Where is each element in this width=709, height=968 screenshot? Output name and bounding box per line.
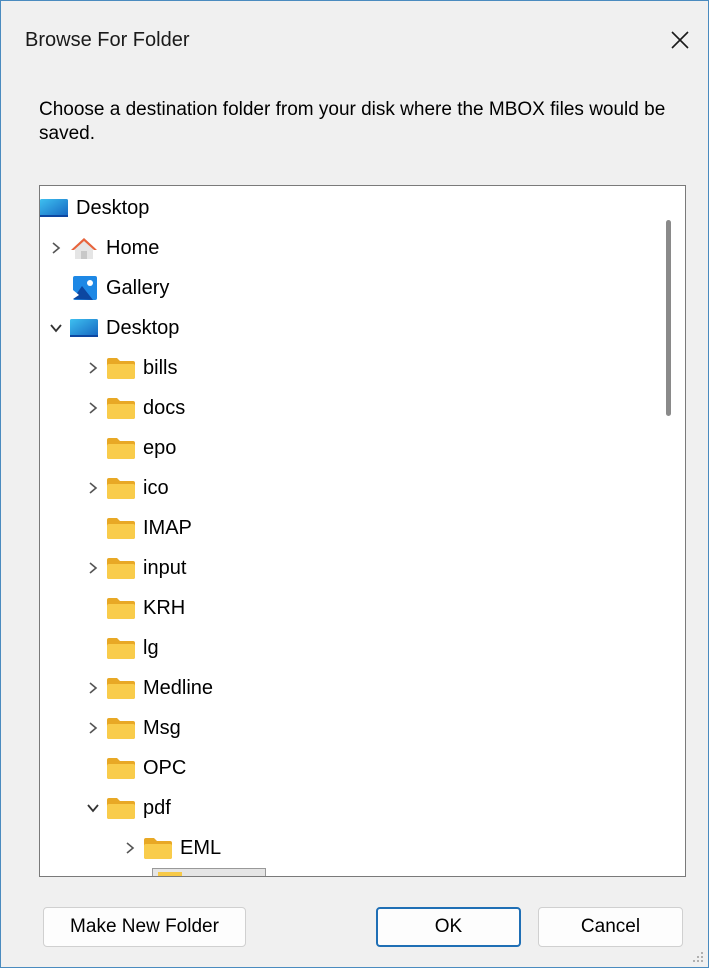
tree-item-label: lg [143, 637, 159, 659]
folder-icon [105, 354, 137, 382]
tree-item-label: epo [143, 437, 177, 459]
folder-tree[interactable]: Desktop Home Gallery Desktop bills docs epo ico… [39, 185, 686, 877]
desktop-icon [68, 314, 100, 342]
tree-item-label: Gallery [106, 277, 170, 299]
tree-item-label: Medline [143, 677, 214, 699]
dialog-title: Browse For Folder [25, 29, 190, 51]
tree-item-label: ico [143, 477, 169, 499]
resize-grip-icon[interactable] [689, 948, 705, 964]
tree-item[interactable]: OPC [81, 748, 186, 788]
chevron-right-icon[interactable] [44, 228, 68, 268]
gallery-icon [68, 274, 100, 302]
chevron-right-icon[interactable] [118, 828, 142, 868]
chevron-right-icon[interactable] [81, 468, 105, 508]
tree-item[interactable]: IMAP [81, 508, 192, 548]
chevron-right-icon[interactable] [81, 708, 105, 748]
tree-item[interactable]: lg [81, 628, 159, 668]
ok-button[interactable]: OK [376, 907, 521, 947]
folder-icon [105, 674, 137, 702]
instruction-text: Choose a destination folder from your di… [39, 99, 666, 144]
folder-icon [105, 514, 137, 542]
tree-item[interactable]: EML [118, 828, 221, 868]
tree-item-label: Msg [143, 717, 181, 739]
close-button[interactable] [652, 15, 708, 65]
folder-icon [105, 594, 137, 622]
tree-item[interactable]: bills [81, 348, 177, 388]
tree-item-label: pdf [143, 797, 171, 819]
scroll-thumb[interactable] [666, 220, 671, 416]
folder-icon [142, 834, 174, 862]
chevron-down-icon[interactable] [81, 788, 105, 828]
chevron-down-icon[interactable] [44, 308, 68, 348]
home-icon [68, 234, 100, 262]
make-new-folder-button[interactable]: Make New Folder [43, 907, 246, 947]
tree-item[interactable]: Medline [81, 668, 213, 708]
tree-item-label: Home [106, 237, 160, 259]
tree-item[interactable]: pdf [81, 788, 171, 828]
folder-icon [105, 794, 137, 822]
desktop-icon [40, 194, 70, 222]
tree-item[interactable]: docs [81, 388, 185, 428]
tree-item-label: Desktop [76, 197, 150, 219]
folder-icon [105, 554, 137, 582]
title-bar[interactable]: Browse For Folder [1, 1, 708, 79]
chevron-right-icon[interactable] [81, 348, 105, 388]
tree-item-label: docs [143, 397, 186, 419]
tree-item[interactable]: Gallery [44, 268, 169, 308]
tree-item[interactable]: Home [44, 228, 159, 268]
tree-item[interactable]: ico [81, 468, 169, 508]
tree-item[interactable]: KRH [81, 588, 185, 628]
vertical-scrollbar[interactable] [653, 186, 685, 876]
tree-item-label: EML [180, 837, 222, 859]
folder-icon [105, 434, 137, 462]
tree-item-label: bills [143, 357, 178, 379]
chevron-right-icon[interactable] [81, 548, 105, 588]
chevron-right-icon[interactable] [81, 388, 105, 428]
tree-item[interactable]: Msg [81, 708, 181, 748]
tree-item[interactable]: Desktop [44, 308, 179, 348]
tree-item-label: Desktop [106, 317, 180, 339]
close-icon [671, 31, 689, 49]
tree-item[interactable]: Desktop [40, 188, 150, 228]
folder-icon [158, 872, 182, 876]
tree-item[interactable]: epo [81, 428, 176, 468]
folder-icon [105, 634, 137, 662]
tree-item-label: IMAP [143, 517, 192, 539]
browse-for-folder-dialog: Browse For Folder Choose a destination f… [0, 0, 709, 968]
tree-item-label: OPC [143, 757, 187, 779]
folder-icon [105, 714, 137, 742]
tree-item-label: KRH [143, 597, 186, 619]
chevron-right-icon[interactable] [81, 668, 105, 708]
tree-item[interactable]: input [81, 548, 186, 588]
folder-icon [105, 474, 137, 502]
cancel-button[interactable]: Cancel [538, 907, 683, 947]
tree-item-label: input [143, 557, 187, 579]
folder-icon [105, 754, 137, 782]
folder-icon [105, 394, 137, 422]
